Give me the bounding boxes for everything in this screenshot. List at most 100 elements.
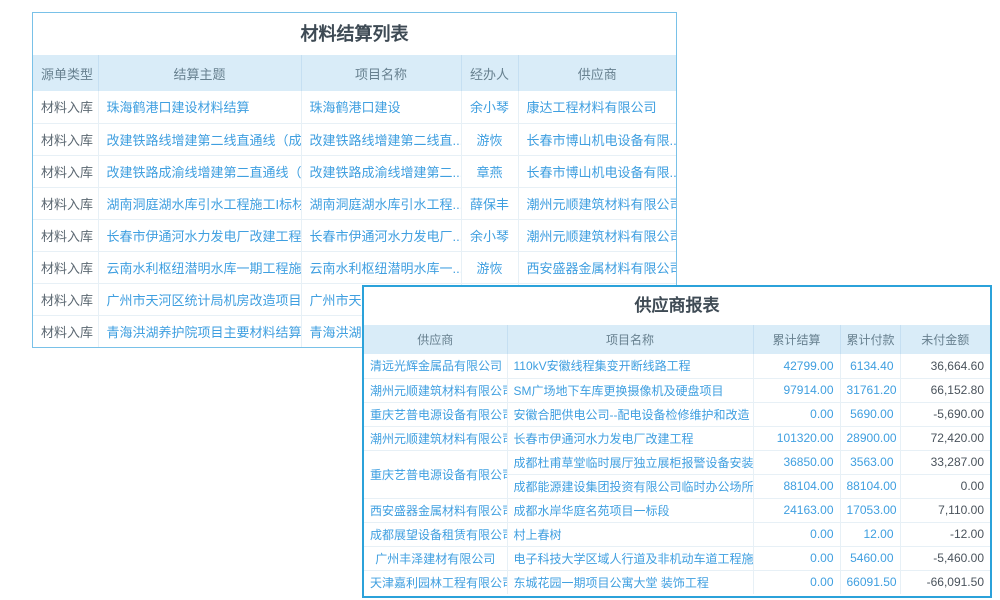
column-header-source-type: 源单类型 [33,55,98,91]
cell-project-link[interactable]: 云南水利枢纽潜明水库一... [301,251,461,283]
panel-title-material-list: 材料结算列表 [33,13,676,55]
cell-supplier-link[interactable]: 潮州元顺建筑材料有限公司 [364,426,507,450]
column-header-project: 项目名称 [507,325,753,354]
cell-supplier-link[interactable]: 重庆艺普电源设备有限公司 [364,402,507,426]
cell-project-link[interactable]: 改建铁路线增建第二线直... [301,123,461,155]
cell-total-paid[interactable]: 31761.20 [840,378,900,402]
cell-total-paid[interactable]: 12.00 [840,522,900,546]
cell-source-type: 材料入库 [33,91,98,123]
cell-total-paid[interactable]: 66091.50 [840,570,900,594]
cell-subject-link[interactable]: 长春市伊通河水力发电厂改建工程... [98,219,301,251]
cell-subject-link[interactable]: 云南水利枢纽潜明水库一期工程施... [98,251,301,283]
table-row: 清远光辉金属品有限公司 110kV安徽线程集变开断线路工程 42799.00 6… [364,354,990,378]
cell-source-type: 材料入库 [33,283,98,315]
cell-handler: 余小琴 [461,91,518,123]
column-header-supplier: 供应商 [364,325,507,354]
cell-handler: 薛保丰 [461,187,518,219]
cell-source-type: 材料入库 [33,187,98,219]
cell-supplier-link[interactable]: 康达工程材料有限公司 [518,91,676,123]
cell-project-link[interactable]: 改建铁路成渝线增建第二... [301,155,461,187]
cell-total-paid[interactable]: 17053.00 [840,498,900,522]
cell-subject-link[interactable]: 改建铁路成渝线增建第二直通线（... [98,155,301,187]
cell-project-link[interactable]: 成都杜甫草堂临时展厅独立展柜报警设备安装项目 [507,450,753,474]
cell-total-paid[interactable]: 3563.00 [840,450,900,474]
cell-supplier-link[interactable]: 潮州元顺建筑材料有限公司 [364,378,507,402]
cell-total-settled[interactable]: 101320.00 [753,426,840,450]
table-row: 天津嘉利园林工程有限公司 东城花园一期项目公寓大堂 装饰工程 0.00 6609… [364,570,990,594]
cell-project-link[interactable]: 电子科技大学区域人行道及非机动车道工程施工 [507,546,753,570]
cell-subject-link[interactable]: 青海洪湖养护院项目主要材料结算 [98,315,301,347]
cell-supplier-link[interactable]: 广州丰泽建材有限公司 [364,546,507,570]
cell-supplier-link[interactable]: 长春市博山机电设备有限... [518,123,676,155]
cell-handler: 游恢 [461,123,518,155]
column-header-project: 项目名称 [301,55,461,91]
table-row: 西安盛器金属材料有限公司 成都水岸华庭名苑项目一标段 24163.00 1705… [364,498,990,522]
table-row: 潮州元顺建筑材料有限公司 长春市伊通河水力发电厂改建工程 101320.00 2… [364,426,990,450]
cell-project-link[interactable]: 成都水岸华庭名苑项目一标段 [507,498,753,522]
cell-project-link[interactable]: 110kV安徽线程集变开断线路工程 [507,354,753,378]
table-row: 重庆艺普电源设备有限公司 安徽合肥供电公司--配电设备检修维护和改造 0.00 … [364,402,990,426]
column-header-unpaid: 未付金额 [900,325,990,354]
cell-project-link[interactable]: 成都能源建设集团投资有限公司临时办公场所装修 [507,474,753,498]
cell-total-paid[interactable]: 5460.00 [840,546,900,570]
cell-supplier-link[interactable]: 长春市博山机电设备有限... [518,155,676,187]
cell-supplier-link[interactable]: 成都展望设备租赁有限公司 [364,522,507,546]
cell-total-settled[interactable]: 24163.00 [753,498,840,522]
cell-unpaid-amount: -66,091.50 [900,570,990,594]
table-row: 潮州元顺建筑材料有限公司 SM广场地下车库更换摄像机及硬盘项目 97914.00… [364,378,990,402]
cell-supplier-link[interactable]: 天津嘉利园林工程有限公司 [364,570,507,594]
cell-supplier-link[interactable]: 清远光辉金属品有限公司 [364,354,507,378]
cell-project-link[interactable]: 安徽合肥供电公司--配电设备检修维护和改造 [507,402,753,426]
cell-total-settled[interactable]: 0.00 [753,402,840,426]
cell-total-settled[interactable]: 0.00 [753,570,840,594]
cell-supplier-link[interactable]: 西安盛器金属材料有限公司 [518,251,676,283]
cell-subject-link[interactable]: 改建铁路线增建第二线直通线（成... [98,123,301,155]
cell-handler: 余小琴 [461,219,518,251]
cell-source-type: 材料入库 [33,219,98,251]
cell-source-type: 材料入库 [33,251,98,283]
cell-total-paid[interactable]: 6134.40 [840,354,900,378]
table-row: 材料入库 长春市伊通河水力发电厂改建工程... 长春市伊通河水力发电厂... 余… [33,219,676,251]
cell-unpaid-amount: -5,460.00 [900,546,990,570]
cell-project-link[interactable]: 村上春树 [507,522,753,546]
table-header-row: 源单类型 结算主题 项目名称 经办人 供应商 [33,55,676,91]
cell-total-settled[interactable]: 42799.00 [753,354,840,378]
cell-supplier-link[interactable]: 西安盛器金属材料有限公司 [364,498,507,522]
cell-project-link[interactable]: SM广场地下车库更换摄像机及硬盘项目 [507,378,753,402]
table-row: 材料入库 改建铁路成渝线增建第二直通线（... 改建铁路成渝线增建第二... 章… [33,155,676,187]
table-row: 广州丰泽建材有限公司 电子科技大学区域人行道及非机动车道工程施工 0.00 54… [364,546,990,570]
table-row: 重庆艺普电源设备有限公司 成都杜甫草堂临时展厅独立展柜报警设备安装项目 3685… [364,450,990,474]
cell-project-link[interactable]: 东城花园一期项目公寓大堂 装饰工程 [507,570,753,594]
cell-supplier-link[interactable]: 潮州元顺建筑材料有限公司 [518,187,676,219]
table-row: 材料入库 云南水利枢纽潜明水库一期工程施... 云南水利枢纽潜明水库一... 游… [33,251,676,283]
cell-total-settled[interactable]: 36850.00 [753,450,840,474]
cell-subject-link[interactable]: 湖南洞庭湖水库引水工程施工I标材... [98,187,301,219]
cell-source-type: 材料入库 [33,315,98,347]
cell-total-settled[interactable]: 0.00 [753,546,840,570]
cell-total-settled[interactable]: 97914.00 [753,378,840,402]
cell-subject-link[interactable]: 珠海鹤港口建设材料结算 [98,91,301,123]
cell-total-settled[interactable]: 88104.00 [753,474,840,498]
column-header-subject: 结算主题 [98,55,301,91]
cell-handler: 游恢 [461,251,518,283]
supplier-report-table: 供应商 项目名称 累计结算 累计付款 未付金额 清远光辉金属品有限公司 110k… [364,325,990,594]
cell-total-paid[interactable]: 88104.00 [840,474,900,498]
cell-project-link[interactable]: 湖南洞庭湖水库引水工程... [301,187,461,219]
cell-subject-link[interactable]: 广州市天河区统计局机房改造项目... [98,283,301,315]
cell-total-settled[interactable]: 0.00 [753,522,840,546]
cell-project-link[interactable]: 长春市伊通河水力发电厂... [301,219,461,251]
table-row: 材料入库 改建铁路线增建第二线直通线（成... 改建铁路线增建第二线直... 游… [33,123,676,155]
cell-unpaid-amount: 72,420.00 [900,426,990,450]
panel-title-supplier-report: 供应商报表 [364,287,990,325]
column-header-supplier: 供应商 [518,55,676,91]
cell-total-paid[interactable]: 5690.00 [840,402,900,426]
cell-project-link[interactable]: 珠海鹤港口建设 [301,91,461,123]
cell-total-paid[interactable]: 28900.00 [840,426,900,450]
column-header-total-paid: 累计付款 [840,325,900,354]
table-header-row: 供应商 项目名称 累计结算 累计付款 未付金额 [364,325,990,354]
cell-unpaid-amount: 66,152.80 [900,378,990,402]
cell-supplier-link-merged[interactable]: 重庆艺普电源设备有限公司 [364,450,507,498]
cell-supplier-link[interactable]: 潮州元顺建筑材料有限公司 [518,219,676,251]
cell-project-link[interactable]: 长春市伊通河水力发电厂改建工程 [507,426,753,450]
column-header-total-settled: 累计结算 [753,325,840,354]
